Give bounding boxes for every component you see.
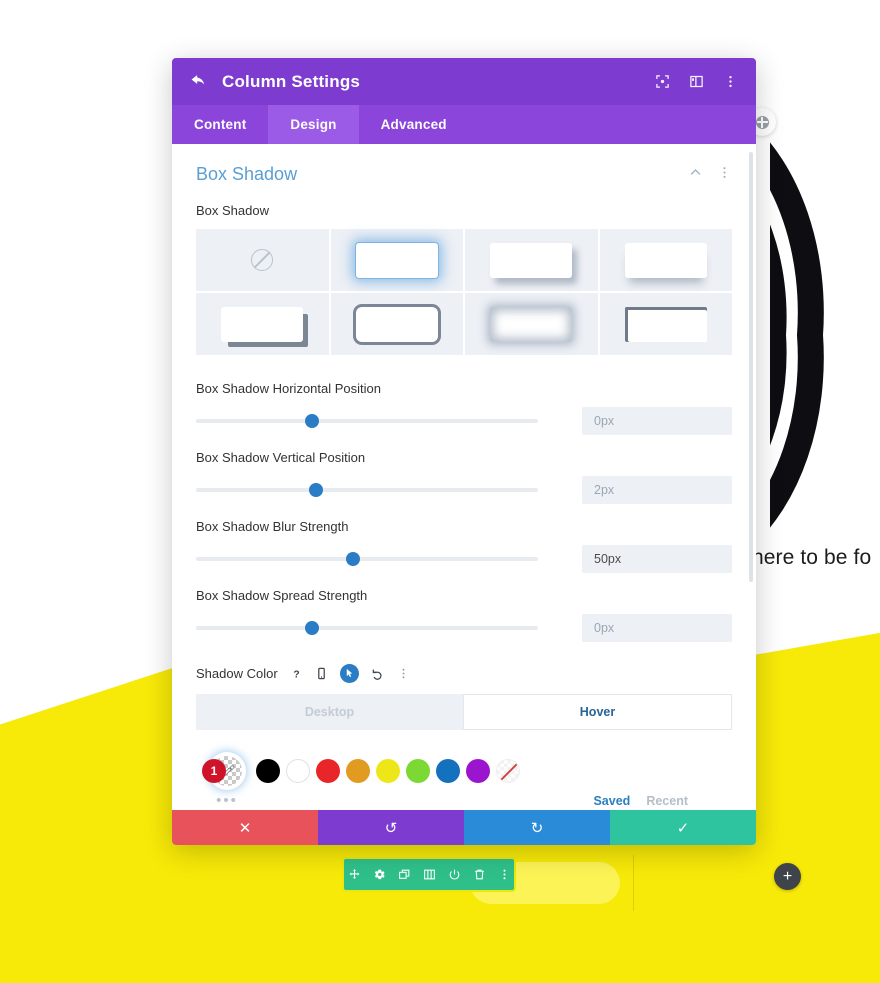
slider-knob[interactable] bbox=[346, 552, 361, 566]
duplicate-icon[interactable] bbox=[398, 868, 411, 881]
mobile-device-icon[interactable] bbox=[315, 667, 328, 680]
slider-track-area[interactable] bbox=[196, 548, 582, 570]
tab-content[interactable]: Content bbox=[172, 105, 268, 144]
swatch-purple[interactable] bbox=[466, 759, 490, 783]
more-colors-icon[interactable]: ••• bbox=[206, 793, 248, 808]
more-vertical-icon[interactable] bbox=[397, 667, 410, 680]
slider-track-area[interactable] bbox=[196, 479, 582, 501]
preset-corner-lines[interactable] bbox=[599, 293, 732, 355]
slider-label: Box Shadow Vertical Position bbox=[196, 450, 366, 465]
selected-color-swatch[interactable]: 1 bbox=[202, 750, 248, 792]
preset-hard-offset[interactable] bbox=[196, 293, 329, 355]
background-paragraph-text: here to be fo bbox=[752, 546, 872, 569]
slider-blur-strength: Box Shadow Blur Strength 50px bbox=[196, 519, 732, 573]
shadow-color-label: Shadow Color bbox=[196, 666, 278, 681]
palette-footer-row: ••• Saved Recent bbox=[196, 793, 732, 808]
modal-body: Box Shadow Box Shadow Box Shadow Horizon… bbox=[172, 144, 756, 810]
element-toolbar[interactable] bbox=[342, 857, 516, 892]
layout-panel-icon[interactable] bbox=[689, 74, 704, 89]
more-vertical-icon[interactable] bbox=[723, 74, 738, 89]
preset-inner-glow[interactable] bbox=[465, 293, 598, 355]
modal-footer: ✕ ↺ ↻ ✓ bbox=[172, 810, 756, 845]
swatch-white[interactable] bbox=[286, 759, 310, 783]
box-shadow-label: Box Shadow bbox=[196, 203, 269, 218]
slider-knob[interactable] bbox=[308, 483, 323, 497]
back-arrow-icon[interactable] bbox=[190, 72, 212, 91]
box-shadow-preset-grid bbox=[196, 229, 732, 355]
swatch-orange[interactable] bbox=[346, 759, 370, 783]
section-title: Box Shadow bbox=[196, 164, 298, 184]
slider-value-input[interactable]: 50px bbox=[582, 545, 732, 573]
slider-knob[interactable] bbox=[305, 621, 320, 635]
slider-track-area[interactable] bbox=[196, 617, 582, 639]
save-button[interactable]: ✓ bbox=[610, 810, 756, 845]
reset-undo-icon[interactable] bbox=[371, 667, 385, 681]
slider-vertical-position: Box Shadow Vertical Position 2px bbox=[196, 450, 732, 504]
undo-button[interactable]: ↺ bbox=[318, 810, 464, 845]
preset-none[interactable] bbox=[196, 229, 329, 291]
slider-label: Box Shadow Spread Strength bbox=[196, 588, 368, 603]
section-header: Box Shadow bbox=[196, 164, 732, 185]
modal-scrollbar[interactable] bbox=[749, 152, 753, 582]
swatch-black[interactable] bbox=[256, 759, 280, 783]
slider-value-input[interactable]: 2px bbox=[582, 476, 732, 504]
swatch-blue[interactable] bbox=[436, 759, 460, 783]
preset-bottom-soft[interactable] bbox=[599, 229, 732, 291]
state-tabs: Desktop Hover bbox=[196, 694, 732, 730]
swatch-green[interactable] bbox=[406, 759, 430, 783]
tab-recent-colors[interactable]: Recent bbox=[646, 794, 688, 808]
swatch-yellow[interactable] bbox=[376, 759, 400, 783]
status-badge: 1 bbox=[202, 759, 226, 783]
slider-value-input[interactable]: 0px bbox=[582, 614, 732, 642]
tab-advanced[interactable]: Advanced bbox=[359, 105, 469, 144]
page-title: Column Settings bbox=[222, 71, 361, 91]
preset-outline[interactable] bbox=[330, 293, 463, 355]
tab-saved-colors[interactable]: Saved bbox=[593, 794, 630, 808]
screen: here to be fo + Column Settings Content … bbox=[0, 0, 880, 983]
help-icon[interactable]: ? bbox=[290, 667, 303, 680]
more-vertical-icon[interactable] bbox=[498, 868, 511, 881]
slider-track-area[interactable] bbox=[196, 410, 582, 432]
focus-frame-icon[interactable] bbox=[655, 74, 670, 89]
decorative-logo-graphic bbox=[770, 120, 880, 550]
slider-label: Box Shadow Blur Strength bbox=[196, 519, 349, 534]
modal-header: Column Settings bbox=[172, 58, 756, 105]
redo-button[interactable]: ↻ bbox=[464, 810, 610, 845]
trash-icon[interactable] bbox=[473, 868, 486, 881]
tab-hover[interactable]: Hover bbox=[463, 694, 732, 730]
power-icon[interactable] bbox=[448, 868, 461, 881]
more-vertical-icon[interactable] bbox=[717, 165, 732, 185]
slider-horizontal-position: Box Shadow Horizontal Position 0px bbox=[196, 381, 732, 435]
swatch-none[interactable] bbox=[496, 759, 520, 783]
hover-pointer-icon[interactable] bbox=[339, 664, 359, 683]
slider-knob[interactable] bbox=[305, 414, 320, 428]
gear-icon[interactable] bbox=[373, 868, 386, 881]
shadow-color-header: Shadow Color ? bbox=[196, 664, 732, 683]
chevron-up-icon[interactable] bbox=[688, 165, 703, 185]
swatch-red[interactable] bbox=[316, 759, 340, 783]
tab-desktop[interactable]: Desktop bbox=[196, 694, 463, 730]
svg-text:?: ? bbox=[293, 669, 299, 680]
vertical-divider bbox=[633, 855, 634, 911]
tab-design[interactable]: Design bbox=[268, 105, 359, 144]
preset-offset-soft[interactable] bbox=[465, 229, 598, 291]
add-section-button[interactable]: + bbox=[774, 863, 801, 890]
slider-value-input[interactable]: 0px bbox=[582, 407, 732, 435]
modal-tabs: Content Design Advanced bbox=[172, 105, 756, 144]
color-swatch-row: 1 bbox=[196, 750, 732, 792]
preset-glow[interactable] bbox=[330, 229, 463, 291]
slider-label: Box Shadow Horizontal Position bbox=[196, 381, 381, 396]
cancel-button[interactable]: ✕ bbox=[172, 810, 318, 845]
no-shadow-icon bbox=[251, 249, 274, 271]
column-settings-modal: Column Settings Content Design Advanced bbox=[172, 58, 756, 845]
slider-spread-strength: Box Shadow Spread Strength 0px bbox=[196, 588, 732, 642]
move-icon[interactable] bbox=[348, 868, 361, 881]
columns-icon[interactable] bbox=[423, 868, 436, 881]
